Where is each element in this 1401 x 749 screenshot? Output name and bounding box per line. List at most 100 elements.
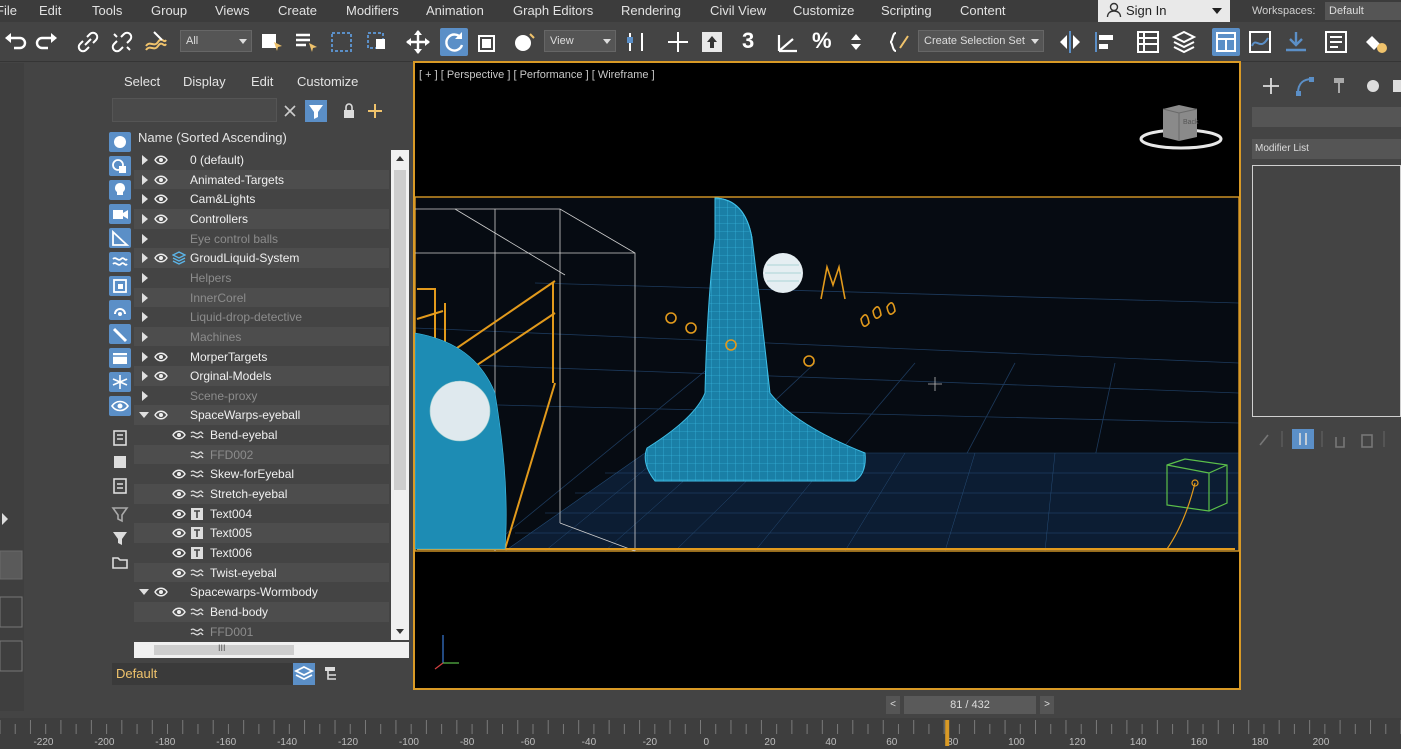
expand-arrow-icon[interactable] [142,272,148,283]
menu-rendering[interactable]: Rendering [621,3,681,18]
placement-icon[interactable] [510,28,538,56]
expand-arrow-icon[interactable] [142,233,148,244]
folder-icon[interactable] [109,552,131,572]
helpers-filter-icon[interactable] [109,228,131,248]
curve-editor-icon[interactable] [1246,28,1274,56]
modify-tab-icon[interactable] [1294,75,1316,97]
visibility-eye-icon[interactable] [154,174,168,185]
tree-row[interactable]: InnerCorel [134,287,389,308]
visibility-eye-icon[interactable] [172,606,186,617]
menu-civil-view[interactable]: Civil View [710,3,766,18]
object-name-field[interactable] [1252,107,1401,127]
ribbon-toggle-icon[interactable] [1212,28,1240,56]
scale-icon[interactable] [474,28,502,56]
tree-row[interactable]: Machines [134,326,389,347]
bind-spacewarp-icon[interactable] [142,28,170,56]
visibility-eye-icon[interactable] [172,547,186,558]
cameras-filter-icon[interactable] [109,204,131,224]
expand-arrow-icon[interactable] [142,174,148,185]
shapes-filter-icon[interactable] [109,156,131,176]
mirror-icon[interactable] [1056,28,1084,56]
tree-row[interactable]: GroudLiquid-System [134,248,389,268]
workspaces-dropdown[interactable]: Default [1325,2,1401,20]
menu-scripting[interactable]: Scripting [881,3,932,18]
tree-row[interactable]: Eye control balls [134,229,389,249]
tree-row[interactable]: FFD002 [134,444,389,465]
display-children-icon[interactable] [109,428,131,448]
close-icon[interactable] [279,100,301,122]
tree-row[interactable]: Controllers [134,208,389,229]
angle-snap-icon[interactable] [774,28,802,56]
collapse-arrow-icon[interactable] [139,412,149,419]
expand-arrow-icon[interactable] [142,371,148,382]
add-layer-icon[interactable] [364,100,386,122]
visibility-eye-icon[interactable] [154,193,168,204]
visibility-eye-icon[interactable] [172,527,186,538]
hidden-filter-icon[interactable] [109,396,131,416]
visibility-eye-icon[interactable] [172,429,186,440]
explorer-menu-edit[interactable]: Edit [251,74,273,89]
menu-group[interactable]: Group [151,3,187,18]
tree-row[interactable]: Bend-eyebal [134,425,389,445]
groups-filter-icon[interactable] [109,276,131,296]
visibility-eye-icon[interactable] [154,154,168,165]
expand-arrow-icon[interactable] [142,390,148,401]
visibility-eye-icon[interactable] [154,370,168,381]
menu-views[interactable]: Views [215,3,249,18]
menu-create[interactable]: Create [278,3,317,18]
menu-edit[interactable]: Edit [39,3,61,18]
tree-row[interactable]: Liquid-drop-detective [134,307,389,327]
rect-selection-icon[interactable] [328,28,356,56]
tree-row[interactable]: Orginal-Models [134,366,389,386]
expand-arrow-icon[interactable] [142,253,148,264]
expand-arrow-icon[interactable] [142,213,148,224]
menu-customize[interactable]: Customize [793,3,854,18]
named-selection-icon[interactable] [886,28,914,56]
previous-frame-button[interactable]: < [886,696,900,714]
next-frame-button[interactable]: > [1040,696,1054,714]
tree-row[interactable]: Spacewarps-Wormbody [134,582,389,602]
tree-row[interactable]: FFD001 [134,622,389,640]
viewport-label[interactable]: [ + ] [ Perspective ] [ Performance ] [ … [419,69,655,81]
scroll-up-icon[interactable] [396,156,404,161]
tree-row[interactable]: Stretch-eyebal [134,484,389,504]
modifier-stack[interactable] [1252,165,1401,417]
viewcube[interactable]: Back [1139,101,1223,153]
explorer-menu-display[interactable]: Display [183,74,226,89]
select-by-name-icon[interactable] [292,28,320,56]
explorer-vertical-scrollbar[interactable] [391,150,409,640]
explorer-menu-customize[interactable]: Customize [297,74,358,89]
explorer-column-header[interactable]: Name (Sorted Ascending) [134,128,404,148]
funnel-options-icon[interactable] [109,504,131,524]
scroll-down-icon[interactable] [396,629,404,634]
schematic-view-icon[interactable] [1282,28,1310,56]
expand-arrow-icon[interactable] [142,351,148,362]
tree-row[interactable]: SpaceWarps-eyeball [134,405,389,426]
undo-icon[interactable] [2,28,30,56]
containers-filter-icon[interactable] [109,348,131,368]
tree-row[interactable]: Animated-Targets [134,169,389,190]
lights-filter-icon[interactable] [109,180,131,200]
menu-graph-editors[interactable]: Graph Editors [513,3,593,18]
scene-explorer-toggle-icon[interactable] [1134,28,1162,56]
visibility-eye-icon[interactable] [154,586,168,597]
menu-file[interactable]: File [0,3,17,18]
create-tab-icon[interactable] [1260,75,1282,97]
explorer-search-input[interactable] [112,98,277,122]
select-object-icon[interactable] [258,28,286,56]
visibility-eye-icon[interactable] [154,409,168,420]
time-slider-thumb[interactable]: 81 / 432 [904,696,1036,714]
menu-content[interactable]: Content [960,3,1006,18]
spinner-snap-icon[interactable] [842,28,870,56]
timeline-track-bar[interactable]: -220 -200 -180 -160 -140 -120 -100 -80 -60 -40 -20… [0,718,1401,749]
visibility-eye-icon[interactable] [172,488,186,499]
hierarchy-icon[interactable] [320,663,342,685]
move-icon[interactable] [404,28,432,56]
align-icon[interactable] [1090,28,1118,56]
snap-toggle-icon[interactable]: 3 [738,28,766,56]
render-setup-icon[interactable] [1362,28,1390,56]
link-icon[interactable] [74,28,102,56]
percent-snap-icon[interactable]: % [808,28,836,56]
unlink-icon[interactable] [108,28,136,56]
frozen-filter-icon[interactable] [109,372,131,392]
